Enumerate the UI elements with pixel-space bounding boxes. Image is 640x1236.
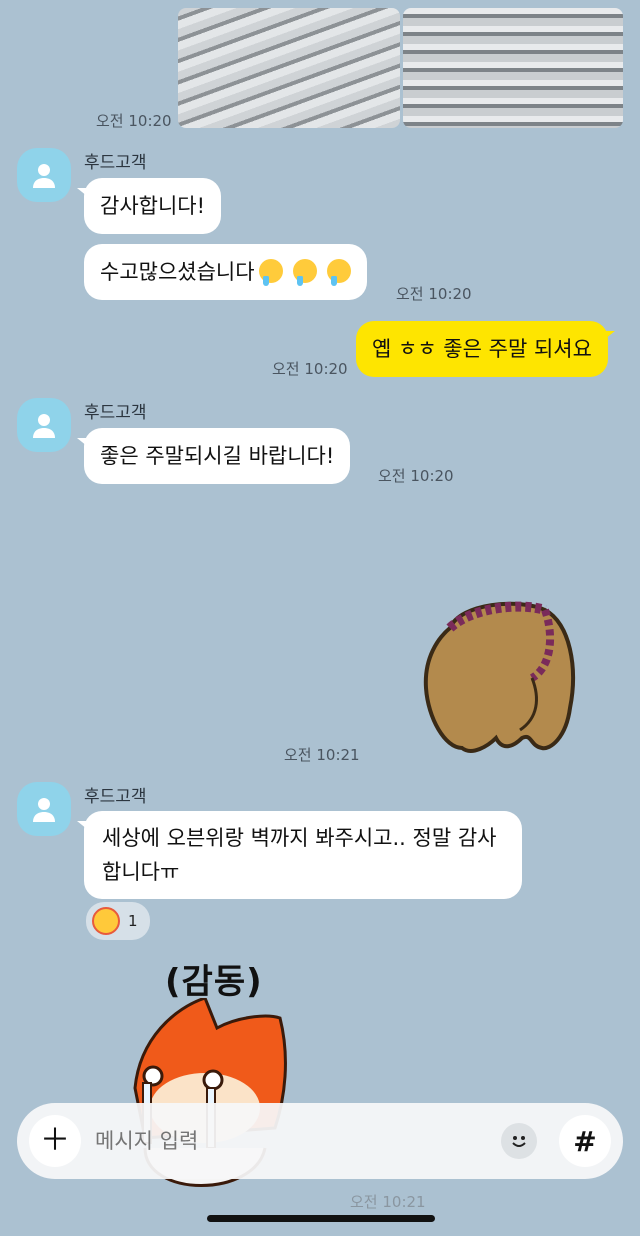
- message-text: 감사합니다!: [100, 194, 206, 218]
- home-indicator[interactable]: [207, 1215, 435, 1222]
- crying-face-icon: [292, 259, 317, 286]
- message-time: 오전 10:20: [96, 112, 172, 130]
- message-time: 오전 10:21: [350, 1193, 426, 1211]
- message-text: 옙 ㅎㅎ 좋은 주말 되셔요: [372, 337, 592, 361]
- message-text: 좋은 주말되시길 바랍니다!: [100, 444, 335, 468]
- emoji-button[interactable]: [501, 1123, 537, 1159]
- bear-sticker[interactable]: [420, 598, 580, 758]
- add-attachment-button[interactable]: ＋: [29, 1115, 81, 1167]
- message-bubble[interactable]: 수고많으셨습니다: [84, 244, 367, 300]
- bear-sticker-image: [423, 601, 575, 753]
- message-time: 오전 10:20: [396, 285, 472, 303]
- crying-face-icon: [326, 259, 351, 286]
- reaction-badge[interactable]: 1: [86, 902, 150, 940]
- person-icon: [33, 164, 55, 188]
- avatar[interactable]: [17, 148, 71, 202]
- message-bubble[interactable]: 세상에 오븐위랑 벽까지 봐주시고.. 정말 감사합니다ㅠ: [77, 811, 522, 899]
- photo-thumbnail-1[interactable]: [178, 8, 400, 128]
- person-icon: [33, 798, 55, 822]
- my-message-bubble[interactable]: 옙 ㅎㅎ 좋은 주말 되셔요: [356, 321, 615, 377]
- sticker-caption: (감동): [165, 962, 263, 1002]
- avatar[interactable]: [17, 782, 71, 836]
- reaction-count: 1: [128, 912, 138, 930]
- hashtag-search-button[interactable]: #: [559, 1115, 611, 1167]
- smile-icon: [512, 1136, 526, 1147]
- message-input[interactable]: [95, 1121, 485, 1161]
- hash-icon: #: [573, 1124, 597, 1158]
- message-text: 수고많으셨습니다: [100, 260, 255, 284]
- sender-name: 후드고객: [84, 153, 147, 173]
- message-text: 세상에 오븐위랑 벽까지 봐주시고.. 정말 감사합니다ㅠ: [102, 826, 497, 884]
- plus-icon: ＋: [40, 1123, 70, 1158]
- laughing-face-icon: [92, 907, 120, 935]
- message-composer: ＋ #: [17, 1103, 623, 1179]
- message-time: 오전 10:20: [378, 467, 454, 485]
- message-bubble[interactable]: 감사합니다!: [76, 178, 222, 234]
- sender-name: 후드고객: [84, 403, 147, 423]
- message-bubble[interactable]: 좋은 주말되시길 바랍니다!: [76, 428, 351, 484]
- avatar[interactable]: [17, 398, 71, 452]
- sender-name: 후드고객: [84, 787, 147, 807]
- message-time: 오전 10:21: [284, 746, 360, 764]
- photo-thumbnail-2[interactable]: [403, 8, 623, 128]
- person-icon: [33, 414, 55, 438]
- message-time: 오전 10:20: [272, 360, 348, 378]
- crying-face-icon: [258, 259, 283, 286]
